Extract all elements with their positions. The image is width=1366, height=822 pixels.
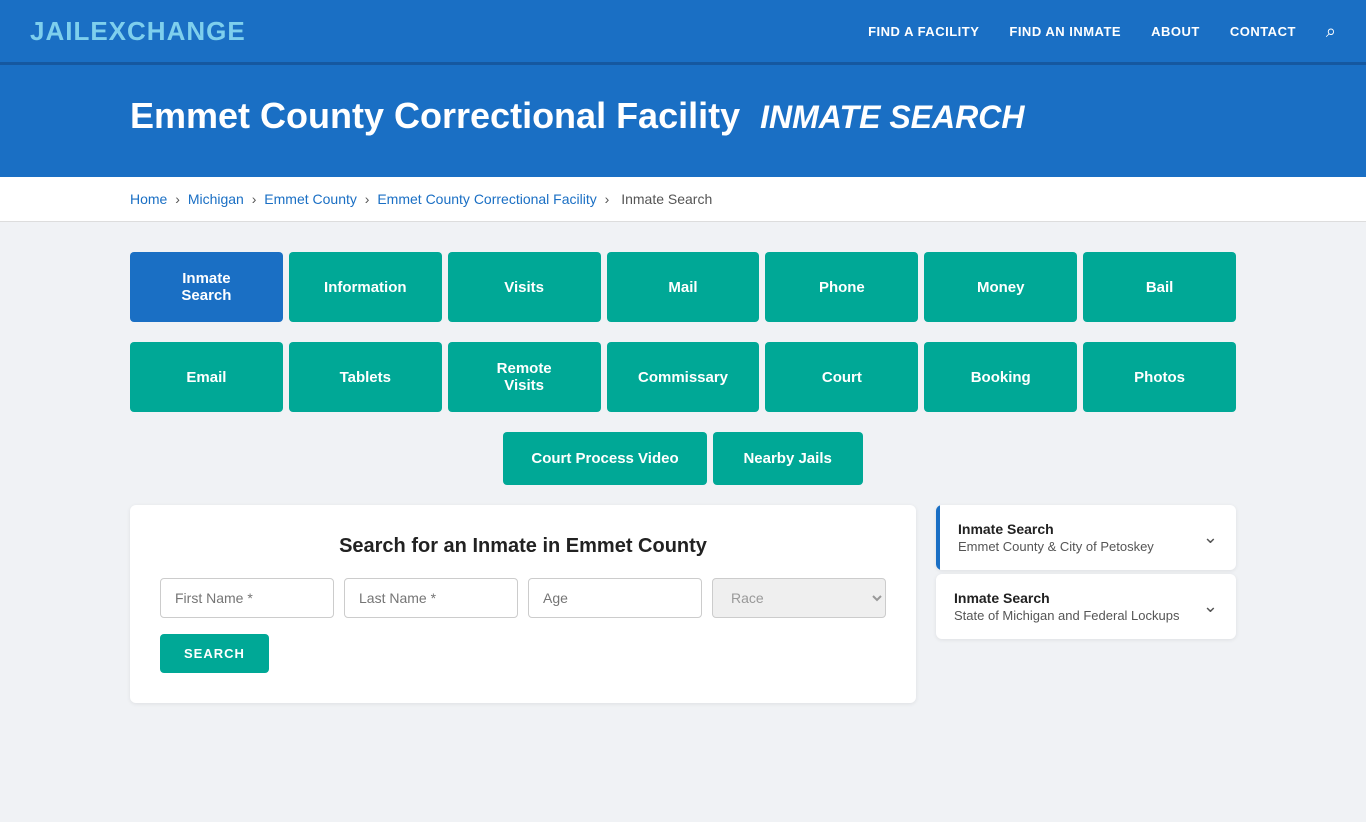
- hero-section: Emmet County Correctional Facility INMAT…: [0, 65, 1366, 177]
- tab-inmate-search[interactable]: Inmate Search: [130, 252, 283, 322]
- first-name-input[interactable]: [160, 578, 334, 618]
- site-logo[interactable]: JAILEXCHANGE: [30, 16, 246, 47]
- hero-title-sub: INMATE SEARCH: [760, 99, 1024, 135]
- tab-court-process-video[interactable]: Court Process Video: [503, 432, 706, 485]
- breadcrumb-facility[interactable]: Emmet County Correctional Facility: [377, 191, 596, 207]
- page-title: Emmet County Correctional Facility INMAT…: [130, 95, 1336, 137]
- sidebar-card-text-0: Inmate Search Emmet County & City of Pet…: [958, 521, 1154, 554]
- breadcrumb: Home › Michigan › Emmet County › Emmet C…: [0, 177, 1366, 222]
- tab-commissary[interactable]: Commissary: [607, 342, 760, 412]
- tab-photos[interactable]: Photos: [1083, 342, 1236, 412]
- tab-tablets[interactable]: Tablets: [289, 342, 442, 412]
- navbar: JAILEXCHANGE FIND A FACILITY FIND AN INM…: [0, 0, 1366, 65]
- sidebar-card-1: Inmate Search State of Michigan and Fede…: [936, 574, 1236, 639]
- sidebar: Inmate Search Emmet County & City of Pet…: [936, 505, 1236, 703]
- search-form-card: Search for an Inmate in Emmet County Rac…: [130, 505, 916, 703]
- sidebar-card-header-0[interactable]: Inmate Search Emmet County & City of Pet…: [936, 505, 1236, 570]
- hero-title-main: Emmet County Correctional Facility: [130, 95, 740, 136]
- age-input[interactable]: [528, 578, 702, 618]
- breadcrumb-sep4: ›: [605, 191, 614, 207]
- nav-about[interactable]: ABOUT: [1151, 24, 1200, 39]
- breadcrumb-emmet-county[interactable]: Emmet County: [264, 191, 357, 207]
- last-name-input[interactable]: [344, 578, 518, 618]
- search-icon[interactable]: ⌕: [1326, 21, 1336, 42]
- sidebar-card-header-1[interactable]: Inmate Search State of Michigan and Fede…: [936, 574, 1236, 639]
- breadcrumb-michigan[interactable]: Michigan: [188, 191, 244, 207]
- tab-phone[interactable]: Phone: [765, 252, 918, 322]
- sidebar-card-0: Inmate Search Emmet County & City of Pet…: [936, 505, 1236, 570]
- sidebar-card-subtitle-0: Emmet County & City of Petoskey: [958, 539, 1154, 554]
- search-button[interactable]: SEARCH: [160, 634, 269, 673]
- tab-email[interactable]: Email: [130, 342, 283, 412]
- tab-booking[interactable]: Booking: [924, 342, 1077, 412]
- tab-nearby-jails[interactable]: Nearby Jails: [713, 432, 863, 485]
- sidebar-card-title-0: Inmate Search: [958, 521, 1154, 537]
- tab-bail[interactable]: Bail: [1083, 252, 1236, 322]
- breadcrumb-current: Inmate Search: [621, 191, 712, 207]
- chevron-down-icon-0: ⌄: [1203, 527, 1218, 548]
- tab-information[interactable]: Information: [289, 252, 442, 322]
- sidebar-card-title-1: Inmate Search: [954, 590, 1179, 606]
- main-nav: FIND A FACILITY FIND AN INMATE ABOUT CON…: [868, 21, 1336, 42]
- search-form-title: Search for an Inmate in Emmet County: [160, 535, 886, 558]
- logo-part2: EXCHANGE: [90, 16, 245, 46]
- tab-row-1: Inmate Search Information Visits Mail Ph…: [130, 252, 1236, 322]
- breadcrumb-sep1: ›: [175, 191, 184, 207]
- main-content: Inmate Search Information Visits Mail Ph…: [0, 222, 1366, 822]
- tab-visits[interactable]: Visits: [448, 252, 601, 322]
- chevron-down-icon-1: ⌄: [1203, 596, 1218, 617]
- tab-row-2: Email Tablets Remote Visits Commissary C…: [130, 342, 1236, 412]
- nav-contact[interactable]: CONTACT: [1230, 24, 1296, 39]
- tab-row-3: Court Process Video Nearby Jails: [130, 432, 1236, 485]
- sidebar-card-text-1: Inmate Search State of Michigan and Fede…: [954, 590, 1179, 623]
- breadcrumb-home[interactable]: Home: [130, 191, 167, 207]
- bottom-section: Search for an Inmate in Emmet County Rac…: [130, 505, 1236, 703]
- nav-find-facility[interactable]: FIND A FACILITY: [868, 24, 979, 39]
- breadcrumb-sep3: ›: [365, 191, 374, 207]
- tab-money[interactable]: Money: [924, 252, 1077, 322]
- sidebar-card-subtitle-1: State of Michigan and Federal Lockups: [954, 608, 1179, 623]
- tab-court[interactable]: Court: [765, 342, 918, 412]
- nav-find-inmate[interactable]: FIND AN INMATE: [1009, 24, 1121, 39]
- tab-remote-visits[interactable]: Remote Visits: [448, 342, 601, 412]
- search-inputs: Race White Black Hispanic Asian Other: [160, 578, 886, 618]
- race-select[interactable]: Race White Black Hispanic Asian Other: [712, 578, 886, 618]
- breadcrumb-sep2: ›: [252, 191, 261, 207]
- logo-part1: JAIL: [30, 16, 90, 46]
- tab-mail[interactable]: Mail: [607, 252, 760, 322]
